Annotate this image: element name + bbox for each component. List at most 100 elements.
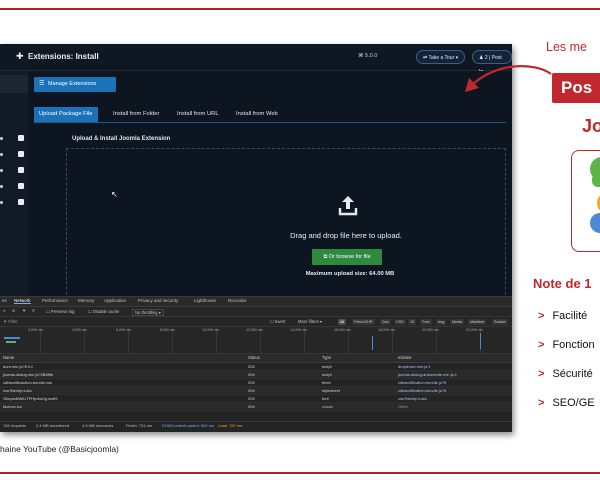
filter-icon[interactable]: ▼	[22, 308, 26, 313]
col-type[interactable]: Type	[322, 355, 331, 360]
network-timeline[interactable]: 2,000 ms 4,000 ms 6,000 ms 8,000 ms 10,0…	[0, 327, 512, 354]
joomla-screenshot: ✚ Extensions: Install ⌘ 5.0.0 ⇄ Take a T…	[0, 44, 512, 432]
list-icon: ☰	[39, 81, 45, 87]
tab-install-web[interactable]: Install from Web	[231, 107, 283, 122]
joomla-logo-card	[571, 150, 600, 252]
col-status[interactable]: Status	[248, 355, 260, 360]
grid-icon	[18, 199, 24, 205]
table-row[interactable]: favicon.ico 200 x-icon Other	[0, 403, 512, 411]
type-filter[interactable]: Font	[420, 318, 432, 325]
sidebar-item[interactable]	[0, 133, 28, 143]
timeline-tick: 16,000 ms	[334, 328, 351, 332]
row-type: script	[322, 364, 332, 369]
row-status: 200	[248, 372, 255, 377]
slide-note-heading: Note de 1	[533, 276, 592, 291]
tab-install-url[interactable]: Install from URL	[172, 107, 224, 122]
table-row[interactable]: css?family=Lato 200 stylesheet cdfacd4fi…	[0, 387, 512, 395]
row-initiator[interactable]: cdfacd4fication.bundle.js?5	[398, 388, 446, 393]
upload-icon	[338, 196, 358, 216]
devtools-tab[interactable]: Performance	[42, 298, 68, 303]
dom-content-loaded-time: DOMContentLoaded: 592 ms	[162, 423, 215, 428]
tab-upload-package[interactable]: Upload Package File	[34, 107, 98, 122]
record-icon[interactable]: ●	[3, 308, 6, 313]
chevron-right-icon: >	[538, 339, 545, 351]
grid-icon	[18, 151, 24, 157]
devtools-tab[interactable]: Application	[104, 298, 126, 303]
timeline-bar	[4, 337, 20, 339]
devtools-tab[interactable]: Memory	[78, 298, 94, 303]
devtools-tab[interactable]: es	[2, 298, 7, 303]
table-row[interactable]: S6uyw4BMUTPHjx4wXg.woff2 200 font css?fa…	[0, 395, 512, 403]
row-type: stylesheet	[322, 388, 341, 393]
table-row[interactable]: joomla-dialog.min.js?2B8f9e 200 script j…	[0, 371, 512, 379]
row-initiator[interactable]: joomla-dialog-autocreate.min.js:1	[398, 372, 457, 377]
devtools-tab-network[interactable]: Network	[14, 298, 31, 304]
requests-table-header: Name Status Type Initiator	[0, 354, 512, 363]
col-initiator[interactable]: Initiator	[398, 355, 412, 360]
sidebar-header	[0, 75, 28, 93]
timeline-marker	[480, 333, 481, 349]
table-row[interactable]: cdfacd4ficaction.bundle.css 200 fetch cd…	[0, 379, 512, 387]
row-status: 200	[248, 396, 255, 401]
grid-icon	[18, 135, 24, 141]
throttling-select[interactable]: No throttling ▾	[132, 308, 164, 316]
type-filter[interactable]: Manifest	[468, 318, 487, 325]
section-title: Upload & Install Joomla Extension	[72, 136, 171, 142]
manage-extensions-button[interactable]: ☰ Manage Extensions	[34, 77, 116, 92]
filter-toolbar: ▼ Filter ☐ Invert More filters ▾ All Fet…	[0, 317, 512, 327]
row-initiator: Other	[398, 404, 409, 409]
network-toolbar: ● ⊘ ▼ ⚲ ☐ Preserve log ☐ Disable cache N…	[0, 307, 512, 317]
timeline-tick: 18,000 ms	[378, 328, 395, 332]
chevron-right-icon: >	[538, 310, 545, 322]
devtools-tab[interactable]: Lighthouse	[194, 298, 216, 303]
devtools-tab[interactable]: Recorder	[228, 298, 247, 303]
devtools-panel: es Network Performance Memory Applicatio…	[0, 296, 512, 432]
chevron-right-icon: >	[538, 397, 545, 409]
row-name: S6uyw4BMUTPHjx4wXg.woff2	[3, 396, 58, 401]
sidebar-item[interactable]	[0, 181, 28, 191]
more-filters-dropdown[interactable]: More filters ▾	[298, 319, 322, 324]
row-name: css?family=Lato	[3, 388, 32, 393]
tab-install-folder[interactable]: Install from Folder	[108, 107, 164, 122]
type-filter-all[interactable]: All	[338, 318, 347, 325]
network-status-bar: 139 requests 2.4 MB transferred 4.5 MB r…	[0, 421, 512, 429]
table-row[interactable]: dom.min.js?5.0.0 200 script dropdown.min…	[0, 363, 512, 371]
drop-instructions: Drag and drop file here to upload.	[290, 231, 402, 240]
row-initiator[interactable]: css?family=Lato	[398, 396, 427, 401]
bottom-red-line	[0, 472, 600, 474]
timeline-bar	[6, 341, 16, 343]
chevron-right-icon: >	[538, 368, 545, 380]
timeline-tick: 2,000 ms	[28, 328, 43, 332]
type-filter[interactable]: Media	[450, 318, 465, 325]
clear-icon[interactable]: ⊘	[12, 308, 16, 313]
row-initiator[interactable]: dropdown.min.js:1	[398, 364, 430, 369]
sidebar-item[interactable]	[0, 197, 28, 207]
type-filter[interactable]: CSS	[394, 318, 406, 325]
finish-time: Finish: 731 ms	[126, 423, 153, 428]
type-filter[interactable]: Doc	[380, 318, 391, 325]
row-status: 200	[248, 388, 255, 393]
sidebar-item[interactable]	[0, 165, 28, 175]
sidebar-item[interactable]	[0, 149, 28, 159]
bullet-icon	[0, 201, 3, 204]
browse-file-button[interactable]: ⧉ Or browse for file	[312, 249, 382, 265]
slide-subtitle: Jo	[582, 116, 600, 136]
row-initiator[interactable]: cdfacd4fication.bundle.js?5	[398, 380, 446, 385]
load-time: Load: 787 ms	[218, 423, 243, 428]
slide-heading: Les me	[546, 40, 587, 54]
type-filter[interactable]: Img	[436, 318, 447, 325]
filter-input[interactable]: ▼ Filter	[3, 319, 18, 324]
devtools-tab[interactable]: Privacy and security	[138, 298, 178, 303]
col-name[interactable]: Name	[3, 355, 14, 360]
curved-arrow-icon	[465, 65, 552, 92]
search-icon[interactable]: ⚲	[32, 308, 35, 313]
type-filter[interactable]: Socket	[492, 318, 508, 325]
type-filter[interactable]: JS	[408, 318, 417, 325]
timeline-tick: 14,000 ms	[290, 328, 307, 332]
type-filter[interactable]: Fetch/XHR	[352, 318, 375, 325]
disable-cache-checkbox[interactable]: ☐ Disable cache	[88, 309, 119, 314]
preserve-log-checkbox[interactable]: ☐ Preserve log	[46, 309, 74, 314]
invert-checkbox[interactable]: ☐ Invert	[270, 319, 285, 324]
bullet-icon	[0, 169, 3, 172]
row-status: 200	[248, 404, 255, 409]
